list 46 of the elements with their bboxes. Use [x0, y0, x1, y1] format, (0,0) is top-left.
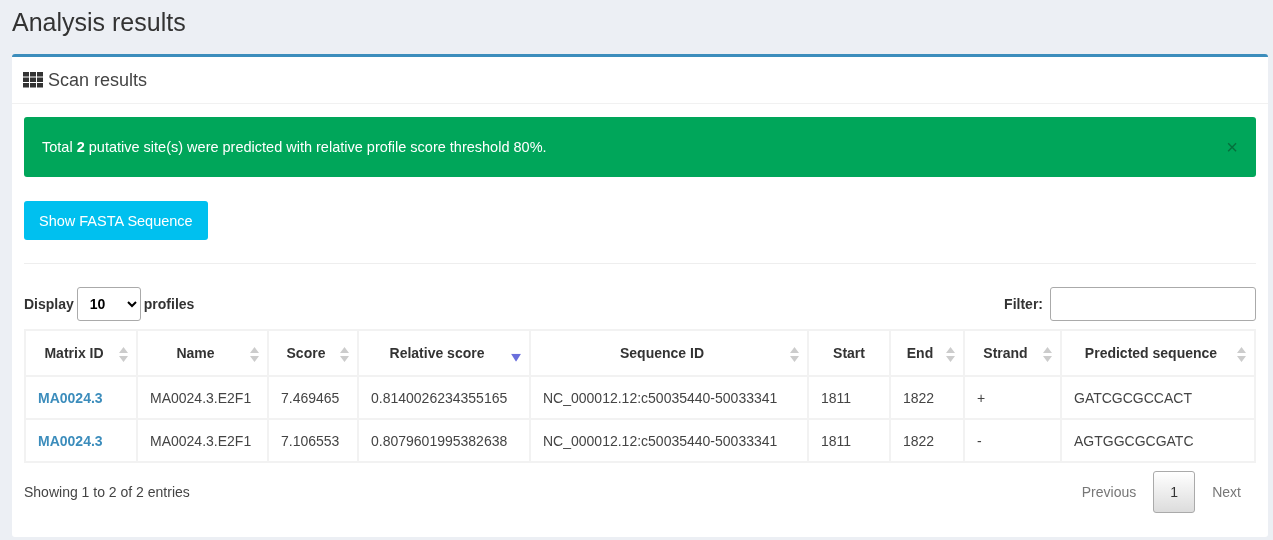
column-header[interactable]: Relative score — [358, 330, 530, 376]
table-cell: + — [964, 376, 1061, 419]
filter-field[interactable] — [1050, 287, 1256, 321]
column-header[interactable]: Predicted sequence — [1061, 330, 1255, 376]
column-header[interactable]: Start — [808, 330, 890, 376]
page-title: Analysis results — [12, 7, 187, 38]
table-cell: 1811 — [808, 376, 890, 419]
pager-link[interactable]: Next — [1197, 471, 1256, 513]
display-label: Display — [24, 296, 74, 312]
column-header[interactable]: Matrix ID — [25, 330, 137, 376]
table-cell: 1811 — [808, 419, 890, 462]
sort-descending-icon[interactable] — [511, 354, 521, 363]
table-cell: GATCGCGCCACT — [1061, 376, 1255, 419]
column-header[interactable]: End — [890, 330, 964, 376]
column-header[interactable]: Strand — [964, 330, 1061, 376]
table-cell: - — [964, 419, 1061, 462]
table-cell: 1822 — [890, 419, 964, 462]
table-cell: 0.8079601995382638 — [358, 419, 530, 462]
grid-icon — [23, 72, 43, 88]
table-cell: MA0024.3.E2F1 — [137, 376, 268, 419]
sort-icon[interactable] — [250, 347, 259, 362]
filter-label: Filter: — [1004, 296, 1043, 312]
page-button[interactable]: 1 — [1153, 471, 1196, 513]
sort-icon[interactable] — [946, 347, 955, 362]
alert-message: Total 2 putative site(s) were predicted with relative profile score threshold 80%. — [42, 139, 547, 155]
table-cell: 1822 — [890, 376, 964, 419]
column-header[interactable]: Score — [268, 330, 358, 376]
profiles-label: profiles — [143, 296, 195, 312]
column-header[interactable]: Name — [137, 330, 268, 376]
card-title: Scan results — [48, 69, 148, 91]
table-cell: NC_000012.12:c50035440-50033341 — [530, 376, 808, 419]
sort-icon[interactable] — [340, 347, 349, 362]
sort-icon[interactable] — [790, 347, 799, 362]
pager-link[interactable]: Previous — [1066, 471, 1152, 513]
entries-info: Showing 1 to 2 of 2 entries — [24, 484, 190, 500]
table-cell: MA0024.3.E2F1 — [137, 419, 268, 462]
table-cell: AGTGGCGCGATC — [1061, 419, 1255, 462]
page-length-select[interactable]: 10 — [76, 287, 141, 321]
table-cell: 7.106553 — [268, 419, 358, 462]
table-cell: 0.8140026234355165 — [358, 376, 530, 419]
sort-icon[interactable] — [1237, 347, 1246, 362]
sort-icon[interactable] — [1043, 347, 1052, 362]
sort-icon[interactable] — [119, 347, 128, 362]
table-cell: NC_000012.12:c50035440-50033341 — [530, 419, 808, 462]
column-header[interactable]: Sequence ID — [530, 330, 808, 376]
table-cell: 7.469465 — [268, 376, 358, 419]
